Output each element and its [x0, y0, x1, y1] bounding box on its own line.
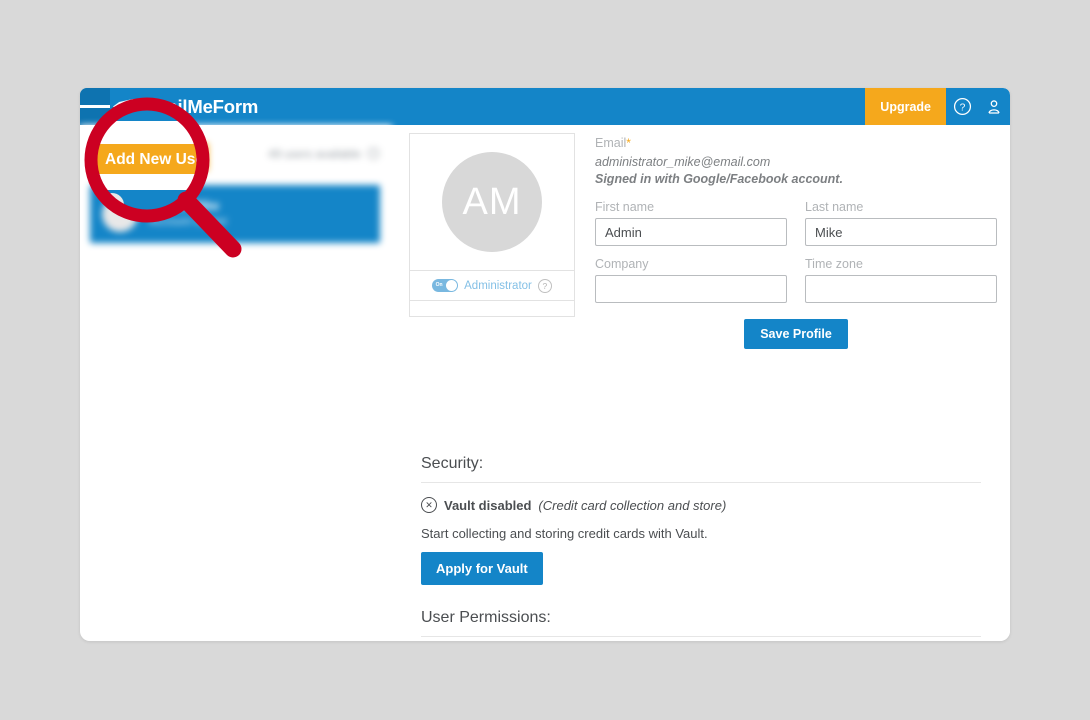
- avatar: AM: [442, 152, 542, 252]
- time-zone-label: Time zone: [805, 257, 863, 271]
- help-icon[interactable]: ?: [537, 278, 552, 293]
- administrator-label: Administrator: [464, 279, 532, 292]
- first-name-input[interactable]: [595, 218, 787, 246]
- company-input[interactable]: [595, 275, 787, 303]
- brand-logo[interactable]: EmailMeForm: [113, 88, 258, 125]
- hamburger-bar: [80, 105, 90, 108]
- company-field: Company: [595, 257, 787, 303]
- add-new-user-button[interactable]: Add New User: [95, 143, 208, 171]
- last-name-input[interactable]: [805, 218, 997, 246]
- avatar-card: AM On Administrator ?: [409, 133, 575, 349]
- svg-text:?: ?: [959, 102, 965, 113]
- security-title: Security:: [421, 455, 981, 483]
- company-label: Company: [595, 257, 649, 271]
- email-signin-note: Signed in with Google/Facebook account.: [595, 172, 843, 186]
- required-marker: *: [626, 136, 631, 150]
- list-item-text: Admin Mike Account Owner: [149, 198, 228, 230]
- hamburger-bar: [100, 105, 110, 108]
- first-name-label: First name: [595, 200, 655, 214]
- apply-for-vault-button[interactable]: Apply for Vault: [421, 552, 543, 585]
- toggle-knob: [446, 280, 458, 291]
- users-available-label: 49 users available: [268, 149, 361, 161]
- company-timezone-row: Company Time zone: [595, 257, 997, 303]
- last-name-label: Last name: [805, 200, 864, 214]
- email-label: Email*: [595, 136, 997, 150]
- envelope-icon: [113, 98, 135, 115]
- avatar: [102, 196, 138, 232]
- hamburger-bar: [90, 105, 100, 108]
- user-permissions-section: User Permissions: Full access: create, e…: [421, 609, 981, 641]
- upgrade-button[interactable]: Upgrade: [865, 88, 946, 125]
- vault-description: Start collecting and storing credit card…: [421, 526, 708, 541]
- help-icon[interactable]: ?: [946, 88, 978, 125]
- list-item[interactable]: Admin Mike Account Owner: [90, 185, 380, 243]
- first-name-field: First name: [595, 200, 787, 246]
- circle-x-icon: ✕: [421, 497, 437, 513]
- hamburger-menu-icon[interactable]: [80, 88, 110, 125]
- vault-status-sublabel: (Credit card collection and store): [538, 497, 727, 513]
- email-label-text: Email: [595, 136, 627, 150]
- last-name-field: Last name: [805, 200, 997, 246]
- administrator-toggle-row: On Administrator ?: [409, 271, 575, 301]
- security-section: Security: ✕ Vault disabled (Credit card …: [421, 455, 981, 585]
- list-item-name: Admin Mike: [149, 199, 220, 213]
- profile-section: AM On Administrator ? Email* administrat…: [409, 133, 997, 349]
- list-item-role: Account Owner: [149, 216, 228, 228]
- users-sidebar: Add New User 49 users available ? Admin …: [80, 125, 392, 641]
- email-value: administrator_mike@email.com: [595, 155, 771, 169]
- user-permissions-title: User Permissions:: [421, 609, 981, 637]
- avatar-box[interactable]: AM: [409, 133, 575, 271]
- app-window: EmailMeForm Upgrade ? Add New User 49 us…: [80, 88, 1010, 641]
- users-available-indicator: 49 users available ?: [268, 147, 380, 163]
- svg-text:?: ?: [372, 151, 376, 158]
- brand-name: EmailMeForm: [139, 95, 259, 117]
- time-zone-field: Time zone: [805, 257, 997, 303]
- toggle-state-label: On: [435, 281, 443, 288]
- profile-form: Email* administrator_mike@email.com Sign…: [595, 133, 997, 349]
- administrator-toggle[interactable]: On: [432, 279, 459, 292]
- help-icon[interactable]: ?: [367, 147, 380, 163]
- avatar-card-footer: [409, 301, 575, 317]
- top-navigation-bar: EmailMeForm Upgrade ?: [80, 88, 1010, 125]
- account-icon[interactable]: [978, 88, 1010, 125]
- name-fields-row: First name Last name: [595, 200, 997, 246]
- save-profile-row: Save Profile: [595, 319, 997, 349]
- vault-status-row: ✕ Vault disabled (Credit card collection…: [421, 497, 981, 513]
- vault-status-label: Vault disabled: [444, 497, 532, 513]
- time-zone-input[interactable]: [805, 275, 997, 303]
- main-content: AM On Administrator ? Email* administrat…: [392, 125, 1010, 641]
- save-profile-button[interactable]: Save Profile: [744, 319, 848, 349]
